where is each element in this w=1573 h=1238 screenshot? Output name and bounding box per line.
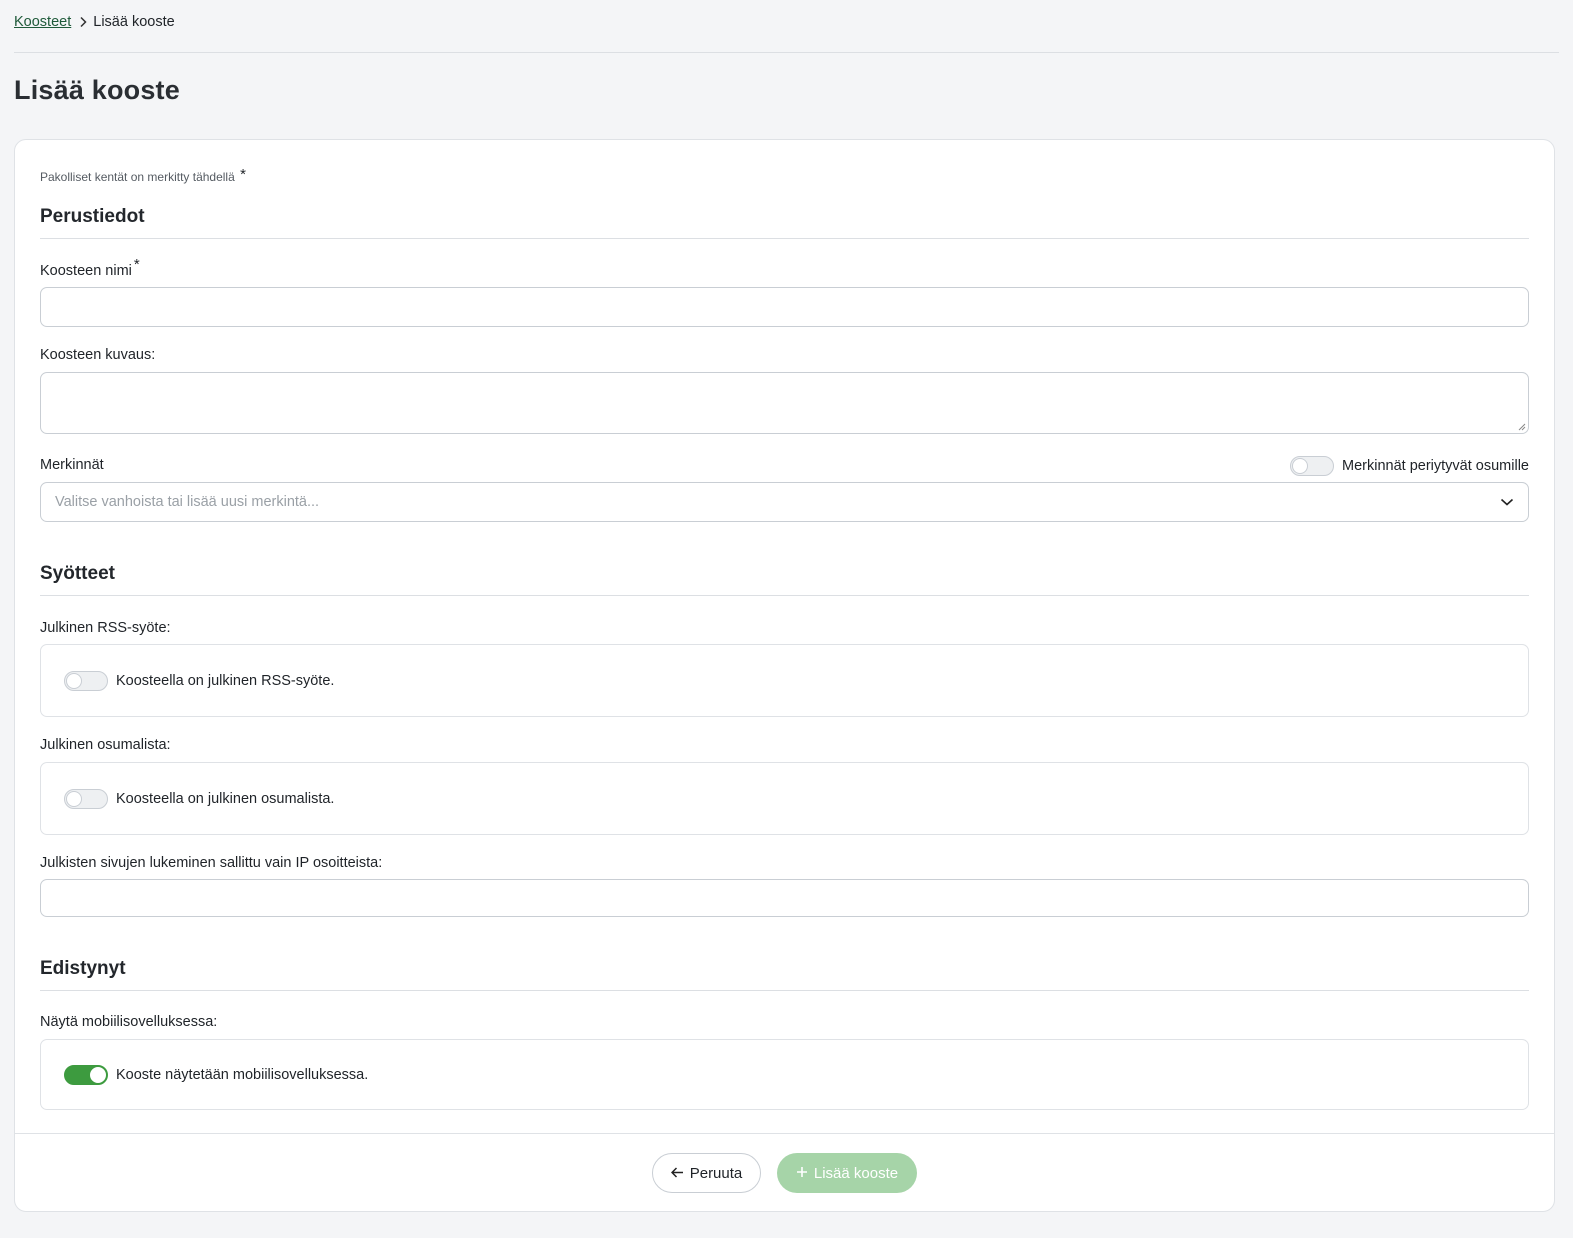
resize-grip-icon[interactable] — [1518, 423, 1526, 431]
section-divider — [40, 595, 1529, 596]
name-input[interactable] — [41, 288, 1528, 326]
rss-label: Julkinen RSS-syöte: — [40, 620, 171, 636]
description-label: Koosteen kuvaus: — [40, 347, 156, 363]
arrow-left-icon — [670, 1165, 684, 1182]
required-note-text: Pakolliset kentät on merkitty tähdellä — [40, 170, 235, 184]
tags-select[interactable]: Valitse vanhoista tai lisää uusi merkint… — [40, 482, 1529, 522]
rss-toggle[interactable] — [64, 670, 108, 691]
tags-inherit-label: Merkinnät periytyvät osumille — [1342, 458, 1529, 474]
name-label: Koosteen nimi * — [40, 256, 140, 279]
hitlist-toggle[interactable] — [64, 788, 108, 809]
breadcrumb-link-koosteet[interactable]: Koosteet — [14, 14, 71, 30]
section-divider — [40, 238, 1529, 239]
breadcrumb: Koosteet Lisää kooste — [14, 12, 175, 32]
cancel-button-label: Peruuta — [689, 1164, 743, 1182]
rss-toggle-label: Koosteella on julkinen RSS-syöte. — [116, 672, 335, 689]
ip-label: Julkisten sivujen lukeminen sallittu vai… — [40, 855, 383, 871]
ip-field-wrapper — [40, 879, 1529, 917]
ip-input[interactable] — [41, 880, 1528, 916]
section-divider — [40, 990, 1529, 991]
description-field-wrapper — [40, 372, 1529, 434]
tags-placeholder: Valitse vanhoista tai lisää uusi merkint… — [55, 494, 320, 510]
chevron-right-icon — [79, 16, 87, 28]
section-title-advanced: Edistynyt — [40, 958, 126, 979]
mobile-toggle-label: Kooste näytetään mobiilisovelluksessa. — [116, 1066, 369, 1083]
section-title-feeds: Syötteet — [40, 563, 115, 584]
required-star: * — [240, 166, 246, 183]
add-kooste-button[interactable]: Lisää kooste — [777, 1153, 917, 1193]
cancel-button[interactable]: Peruuta — [652, 1153, 761, 1193]
required-fields-note: Pakolliset kentät on merkitty tähdellä * — [40, 166, 246, 185]
name-label-text: Koosteen nimi — [40, 263, 132, 279]
hitlist-label: Julkinen osumalista: — [40, 737, 171, 753]
mobile-label: Näytä mobiilisovelluksessa: — [40, 1014, 218, 1030]
divider — [14, 52, 1559, 53]
toggle-knob — [1292, 458, 1309, 474]
mobile-toggle-box: Kooste näytetään mobiilisovelluksessa. — [40, 1039, 1529, 1110]
toggle-knob — [66, 672, 82, 689]
chevron-down-icon — [1500, 493, 1514, 511]
footer-divider — [15, 1133, 1554, 1134]
hitlist-toggle-label: Koosteella on julkinen osumalista. — [116, 790, 335, 807]
toggle-knob — [66, 790, 82, 807]
plus-icon — [796, 1165, 808, 1182]
tags-inherit-toggle-row: Merkinnät periytyvät osumille — [1290, 456, 1529, 476]
required-star: * — [133, 256, 140, 273]
rss-toggle-box: Koosteella on julkinen RSS-syöte. — [40, 644, 1529, 717]
mobile-toggle[interactable] — [64, 1064, 108, 1085]
tags-inherit-toggle[interactable] — [1290, 456, 1335, 476]
breadcrumb-current: Lisää kooste — [93, 14, 175, 30]
page-title: Lisää kooste — [14, 75, 180, 105]
toggle-knob — [90, 1066, 106, 1083]
name-field-wrapper — [40, 287, 1529, 327]
tags-label: Merkinnät — [40, 457, 104, 473]
hitlist-toggle-box: Koosteella on julkinen osumalista. — [40, 762, 1529, 835]
add-kooste-button-label: Lisää kooste — [813, 1164, 899, 1182]
section-title-basic: Perustiedot — [40, 206, 145, 227]
description-textarea[interactable] — [41, 373, 1528, 433]
form-card: Pakolliset kentät on merkitty tähdellä *… — [14, 139, 1555, 1212]
